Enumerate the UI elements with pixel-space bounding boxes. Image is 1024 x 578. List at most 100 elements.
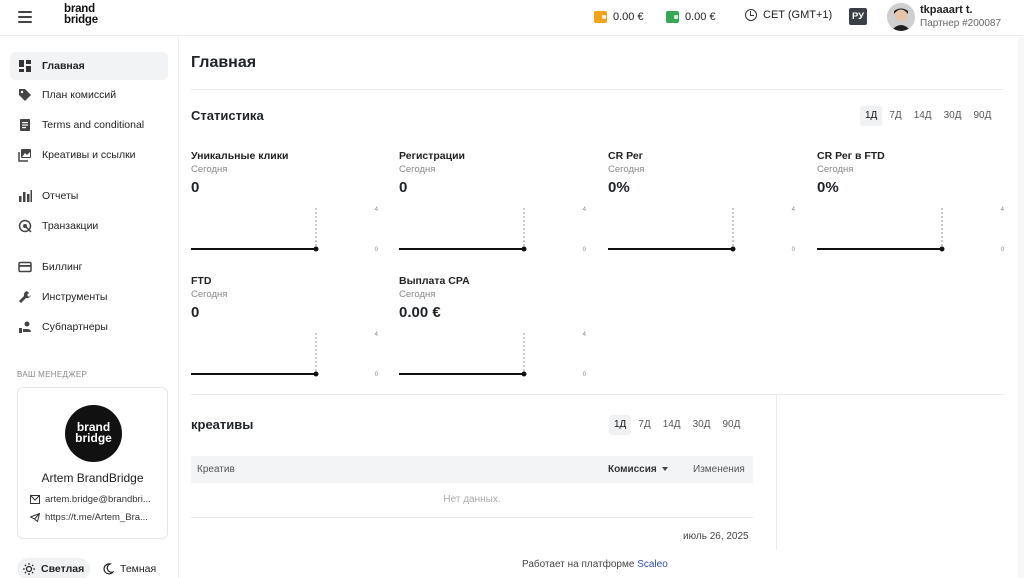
period-tab-30d[interactable]: 30Д: [939, 106, 967, 126]
menu-icon[interactable]: [18, 11, 32, 23]
chart-point: [521, 246, 527, 252]
stat-card-ftd: FTD Сегодня 0 40: [191, 275, 379, 385]
manager-email[interactable]: artem.bridge@brandbri...: [30, 494, 160, 505]
username[interactable]: tkpaaart t.: [920, 4, 973, 16]
stat-card-registrations: Регистрации Сегодня 0 40: [399, 150, 587, 260]
chart-axis-min-label: 0: [583, 372, 587, 377]
sidebar-item-billing[interactable]: Биллинг: [10, 253, 168, 281]
moon-icon: [103, 563, 114, 575]
period-tab-90d[interactable]: 90Д: [969, 106, 997, 126]
stat-value: 0: [191, 304, 200, 321]
sidebar-item-label: Субпартнеры: [42, 321, 108, 333]
stat-label: FTD: [191, 275, 212, 287]
wrench-icon: [19, 291, 31, 303]
manager-logo-line-2: bridge: [75, 431, 112, 445]
subpartners-icon: [19, 321, 31, 333]
chart-axis-min-label: 0: [375, 247, 379, 252]
footer-link-scaleo[interactable]: Scaleo: [637, 559, 668, 570]
sidebar-item-creatives[interactable]: Креативы и ссылки: [10, 141, 168, 169]
stat-label: CR Рег: [608, 150, 644, 162]
chart-point: [939, 246, 945, 252]
sidebar-item-label: Terms and conditional: [42, 119, 145, 131]
stat-label: CR Рег в FTD: [817, 150, 885, 162]
column-header-creative[interactable]: Креатив: [197, 464, 235, 475]
chart-axis-max-label: 4: [583, 207, 587, 213]
images-icon: [18, 149, 31, 162]
chart-axis-max-label: 4: [375, 332, 379, 338]
credit-card-icon: [18, 261, 32, 273]
sidebar-item-terms[interactable]: Terms and conditional: [10, 111, 168, 139]
stat-value: 0%: [608, 179, 630, 196]
bar-chart-icon: [19, 190, 32, 202]
timezone-selector[interactable]: CET (GMT+1): [745, 9, 832, 21]
manager-card: brand bridge Artem BrandBridge artem.bri…: [17, 387, 168, 539]
theme-light-button[interactable]: Светлая: [17, 558, 91, 578]
stat-period-label: Сегодня: [399, 289, 436, 300]
page-title: Главная: [191, 54, 257, 71]
title-divider: [191, 89, 1004, 90]
sidebar-item-subpartners[interactable]: Субпартнеры: [10, 313, 168, 341]
chart-point: [313, 246, 319, 252]
scrollbar[interactable]: [1018, 37, 1024, 578]
column-header-commission[interactable]: Комиссия: [608, 464, 668, 475]
stat-label: Уникальные клики: [191, 150, 289, 162]
sidebar-item-label: Инструменты: [42, 291, 108, 303]
sidebar-item-commission-plan[interactable]: План комиссий: [10, 81, 168, 109]
partner-id: Партнер #200087: [920, 18, 1002, 29]
language-switcher[interactable]: РУ: [849, 8, 867, 25]
dashboard-icon: [19, 60, 31, 72]
stat-sparkline: 40: [191, 332, 379, 377]
sidebar-item-label: Транзакции: [42, 220, 99, 232]
top-header: brand bridge 0.00 € 0.00 € CET (GMT+1) Р…: [0, 0, 1024, 36]
period-tab-14d[interactable]: 14Д: [909, 106, 937, 126]
chart-axis-max-label: 4: [375, 207, 379, 213]
clock-icon: [745, 9, 757, 21]
period-tab-7d[interactable]: 7Д: [884, 106, 906, 126]
stat-card-cpa-payout: Выплата CPA Сегодня 0.00 € 40: [399, 275, 587, 385]
stat-sparkline: 40: [817, 207, 1005, 252]
stat-value: 0: [399, 179, 408, 196]
chart-point: [313, 371, 319, 377]
manager-name: Artem BrandBridge: [41, 471, 144, 485]
avatar[interactable]: [887, 3, 915, 31]
wallet-icon: [594, 11, 607, 23]
chart-axis-max-label: 4: [792, 207, 796, 213]
timezone-label: CET (GMT+1): [763, 9, 833, 21]
stats-title: Статистика: [191, 108, 264, 123]
chart-axis-min-label: 0: [792, 247, 796, 252]
period-tab-90d[interactable]: 90Д: [718, 415, 746, 435]
sidebar-item-label: Отчеты: [42, 190, 79, 202]
period-tab-14d[interactable]: 14Д: [658, 415, 686, 435]
email-icon: [30, 495, 40, 504]
sidebar-item-label: Главная: [42, 60, 85, 72]
sidebar-item-tools[interactable]: Инструменты: [10, 283, 168, 311]
wallet-balance-value: 0.00 €: [685, 11, 716, 23]
period-tab-30d[interactable]: 30Д: [688, 415, 716, 435]
creatives-title: креативы: [191, 417, 254, 432]
stat-card-cr-reg-ftd: CR Рег в FTD Сегодня 0% 40: [817, 150, 1005, 260]
theme-light-label: Светлая: [41, 563, 85, 575]
column-header-changes[interactable]: Изменения: [693, 464, 745, 475]
wallet-balance-2[interactable]: 0.00 €: [666, 9, 716, 25]
sidebar-item-transactions[interactable]: Транзакции: [10, 212, 168, 240]
sidebar-item-label: Биллинг: [42, 261, 83, 273]
stat-value: 0: [191, 179, 200, 196]
period-tab-1d[interactable]: 1Д: [609, 415, 632, 435]
sun-icon: [23, 563, 35, 575]
user-avatar-icon: [887, 3, 915, 31]
chart-point: [730, 246, 736, 252]
manager-telegram[interactable]: https://t.me/Artem_Bra...: [30, 512, 160, 523]
brand-logo[interactable]: brand bridge: [64, 3, 98, 26]
manager-logo: brand bridge: [65, 405, 122, 462]
wallet-balance-1[interactable]: 0.00 €: [594, 9, 644, 25]
period-tab-1d[interactable]: 1Д: [860, 106, 883, 126]
stat-sparkline: 40: [191, 207, 379, 252]
theme-dark-button[interactable]: Темная: [96, 558, 162, 578]
stat-card-unique-clicks: Уникальные клики Сегодня 0 40: [191, 150, 379, 260]
sidebar-item-home[interactable]: Главная: [10, 52, 168, 80]
sidebar-item-reports[interactable]: Отчеты: [10, 182, 168, 210]
manager-email-text: artem.bridge@brandbri...: [45, 494, 151, 505]
stat-sparkline: 40: [399, 332, 587, 377]
table-bottom-border: [191, 517, 753, 518]
period-tab-7d[interactable]: 7Д: [633, 415, 655, 435]
